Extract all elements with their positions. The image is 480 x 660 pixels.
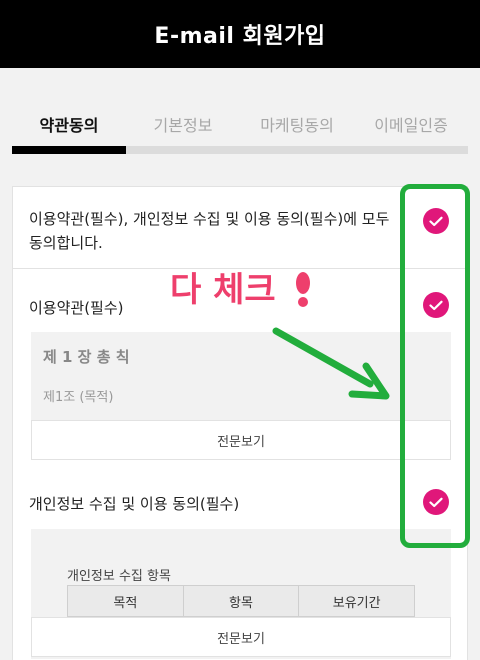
annotation-arrow-icon — [272, 327, 390, 400]
